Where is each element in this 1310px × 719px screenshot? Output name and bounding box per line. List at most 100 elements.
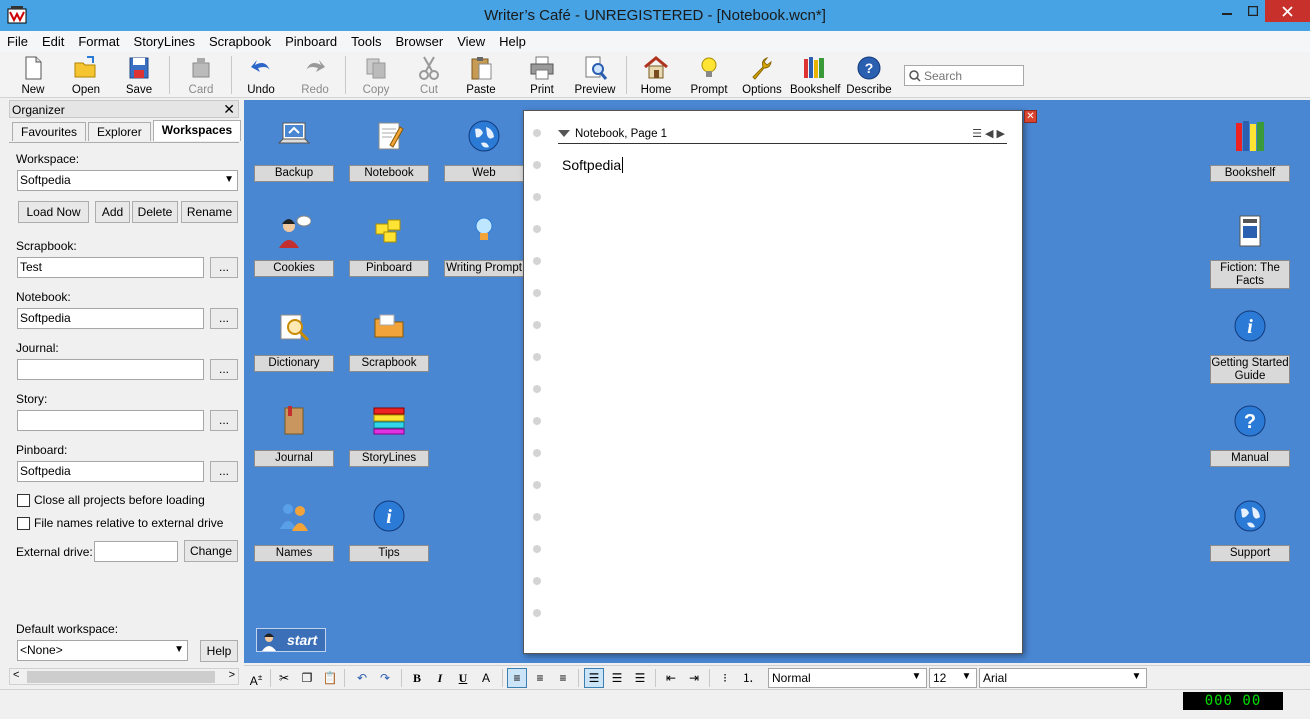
tab-workspaces[interactable]: Workspaces [152,120,242,141]
line-spacing-single-icon[interactable]: ☰ [584,668,604,688]
line-spacing-medium-icon[interactable]: ☰ [607,668,627,688]
menu-tools[interactable]: Tools [351,34,381,49]
undo-button[interactable]: Undo [236,53,286,97]
describe-button[interactable]: ? Describe [844,53,894,97]
cut-button[interactable]: Cut [404,53,454,97]
journal-field[interactable] [17,359,204,380]
external-drive-field[interactable] [94,541,178,562]
text-color-icon[interactable]: A [476,668,496,688]
desktop-web[interactable]: Web [444,115,524,195]
desktop-pinboard[interactable]: Pinboard [349,210,429,290]
change-drive-button[interactable]: Change [184,540,238,562]
list-icon[interactable]: ☰ [972,128,982,140]
desktop-fiction-facts[interactable]: Fiction: The Facts [1210,210,1290,290]
font-size-select[interactable]: 12 ▼ [929,668,977,688]
copy-icon[interactable]: ❐ [297,668,317,688]
bullet-list-icon[interactable]: ⁝ [715,668,735,688]
pinboard-field[interactable]: Softpedia [17,461,204,482]
menu-browser[interactable]: Browser [396,34,444,49]
font-size-increase-icon[interactable]: A± [246,668,266,688]
open-button[interactable]: Open [61,53,111,97]
tab-explorer[interactable]: Explorer [88,122,151,141]
add-workspace-button[interactable]: Add [95,201,130,223]
menu-file[interactable]: File [7,34,28,49]
start-button[interactable]: start [256,628,326,652]
desktop-cookies[interactable]: Cookies [254,210,334,290]
undo-icon[interactable]: ↶ [352,668,372,688]
relative-names-checkbox[interactable]: File names relative to external drive [17,516,223,530]
search-input[interactable] [924,68,1014,83]
preview-button[interactable]: Preview [570,53,620,97]
close-window-button[interactable] [1265,0,1310,22]
scrollbar-thumb[interactable] [27,671,215,683]
align-right-icon[interactable]: ≡ [553,668,573,688]
redo-icon[interactable]: ↷ [375,668,395,688]
organizer-help-button[interactable]: Help [200,640,238,662]
style-select[interactable]: Normal ▼ [768,668,927,688]
paste-icon[interactable]: 📋 [320,668,340,688]
notebook-field[interactable]: Softpedia [17,308,204,329]
desktop-manual[interactable]: ? Manual [1210,400,1290,480]
font-family-select[interactable]: Arial ▼ [979,668,1147,688]
desktop-journal[interactable]: Journal [254,400,334,480]
delete-workspace-button[interactable]: Delete [132,201,178,223]
workspace-select[interactable]: Softpedia ▼ [17,170,238,191]
copy-button[interactable]: Copy [351,53,401,97]
prompt-button[interactable]: Prompt [684,53,734,97]
align-center-icon[interactable]: ≡ [530,668,550,688]
desktop-bookshelf[interactable]: Bookshelf [1210,115,1290,195]
desktop-backup[interactable]: Backup [254,115,334,195]
desktop-notebook[interactable]: Notebook [349,115,429,195]
default-workspace-select[interactable]: <None> ▼ [17,640,188,661]
save-button[interactable]: Save [114,53,164,97]
indent-icon[interactable]: ⇥ [684,668,704,688]
scrapbook-field[interactable]: Test [17,257,204,278]
menu-edit[interactable]: Edit [42,34,64,49]
card-button[interactable]: Card [176,53,226,97]
desktop-scrapbook[interactable]: Scrapbook [349,305,429,385]
home-button[interactable]: Home [631,53,681,97]
desktop-support[interactable]: Support [1210,495,1290,575]
story-browse-button[interactable]: ... [210,410,238,431]
prev-page-icon[interactable]: ◀ [985,128,993,140]
load-now-button[interactable]: Load Now [18,201,89,223]
scroll-right-icon[interactable]: > [229,669,235,681]
menu-help[interactable]: Help [499,34,526,49]
scrapbook-browse-button[interactable]: ... [210,257,238,278]
notebook-browse-button[interactable]: ... [210,308,238,329]
bookshelf-button[interactable]: Bookshelf [790,53,841,97]
page-menu-icon[interactable] [558,130,570,137]
paste-button[interactable]: Paste [456,53,506,97]
underline-icon[interactable]: U [453,668,473,688]
pinboard-browse-button[interactable]: ... [210,461,238,482]
desktop-dictionary[interactable]: Dictionary [254,305,334,385]
desktop-getting-started[interactable]: i Getting Started Guide [1210,305,1290,385]
desktop-storylines[interactable]: StoryLines [349,400,429,480]
cut-icon[interactable]: ✂ [274,668,294,688]
options-button[interactable]: Options [737,53,787,97]
italic-icon[interactable]: I [430,668,450,688]
notebook-editor[interactable]: Softpedia [562,157,624,173]
line-spacing-double-icon[interactable]: ☰ [630,668,650,688]
story-field[interactable] [17,410,204,431]
rename-workspace-button[interactable]: Rename [181,201,238,223]
redo-button[interactable]: Redo [290,53,340,97]
outdent-icon[interactable]: ⇤ [661,668,681,688]
menu-format[interactable]: Format [78,34,119,49]
organizer-scrollbar[interactable]: < > [9,668,239,685]
next-page-icon[interactable]: ▶ [997,128,1005,140]
menu-pinboard[interactable]: Pinboard [285,34,337,49]
numbered-list-icon[interactable]: ⒈ [738,668,758,688]
desktop-tips[interactable]: i Tips [349,495,429,575]
close-all-checkbox[interactable]: Close all projects before loading [17,493,205,507]
menu-storylines[interactable]: StoryLines [134,34,195,49]
minimize-button[interactable] [1213,0,1240,22]
desktop-writing-prompt[interactable]: Writing Prompt [444,210,524,290]
menu-view[interactable]: View [457,34,485,49]
scroll-left-icon[interactable]: < [13,669,19,681]
organizer-close-icon[interactable]: ✕ [223,101,235,118]
journal-browse-button[interactable]: ... [210,359,238,380]
menu-scrapbook[interactable]: Scrapbook [209,34,271,49]
maximize-button[interactable] [1239,0,1266,22]
bold-icon[interactable]: B [407,668,427,688]
